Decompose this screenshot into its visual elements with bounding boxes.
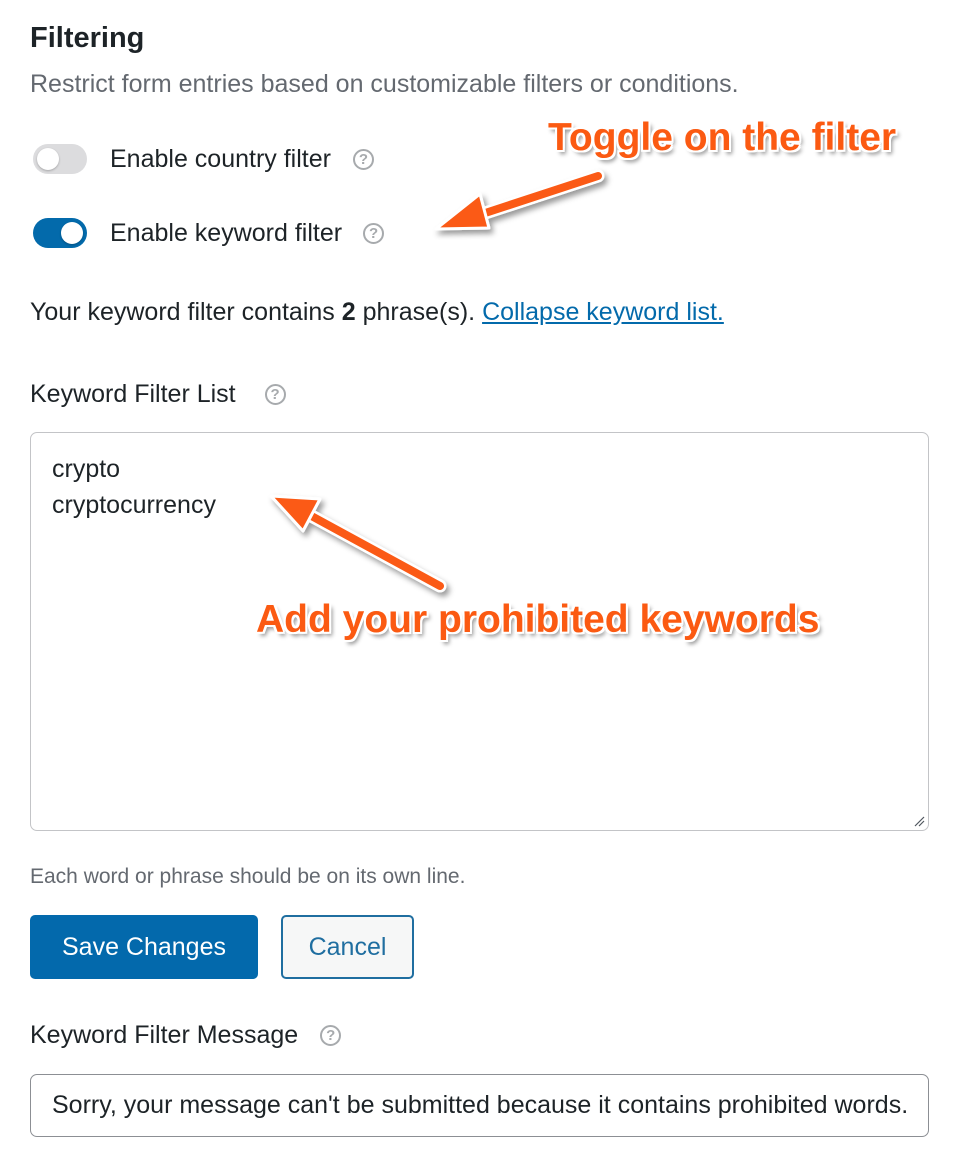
country-filter-row: Enable country filter ? <box>33 141 374 177</box>
message-value: Sorry, your message can't be submitted b… <box>52 1091 909 1119</box>
resize-handle-icon[interactable] <box>913 815 925 827</box>
keyword-filter-message-input[interactable]: Sorry, your message can't be submitted b… <box>30 1074 929 1137</box>
help-icon[interactable]: ? <box>264 384 286 405</box>
toggle-knob <box>61 222 83 244</box>
keyword-list-label: Keyword Filter List <box>30 380 236 408</box>
toggle-callout: Toggle on the filter <box>548 116 897 159</box>
message-label: Keyword Filter Message <box>30 1021 299 1049</box>
section-description: Restrict form entries based on customiza… <box>30 70 739 98</box>
arrow-to-toggle-icon <box>434 169 605 231</box>
summary-suffix: phrase(s). <box>355 298 483 326</box>
help-icon[interactable]: ? <box>363 222 385 244</box>
cancel-button[interactable]: Cancel <box>281 915 414 979</box>
country-filter-toggle[interactable] <box>33 144 87 174</box>
phrase-count: 2 <box>341 298 356 326</box>
section-title: Filtering <box>30 22 145 54</box>
keyword-summary: Your keyword filter contains 2 phrase(s)… <box>30 298 724 327</box>
summary-prefix: Your keyword filter contains <box>30 298 342 326</box>
country-filter-label: Enable country filter <box>110 144 331 173</box>
collapse-keyword-list-link[interactable]: Collapse keyword list. <box>482 298 724 326</box>
help-icon[interactable]: ? <box>352 148 374 170</box>
keyword-line: cryptocurrency <box>52 491 216 519</box>
keyword-filter-label: Enable keyword filter <box>110 218 343 247</box>
help-icon[interactable]: ? <box>320 1025 342 1046</box>
keyword-filter-toggle[interactable] <box>33 218 87 248</box>
toggle-knob <box>37 148 59 170</box>
keyword-list-hint: Each word or phrase should be on its own… <box>30 865 466 888</box>
save-changes-button[interactable]: Save Changes <box>30 915 258 979</box>
keyword-list-label-row: Keyword Filter List ? <box>30 380 286 409</box>
keyword-line: crypto <box>52 455 121 483</box>
keyword-filter-row: Enable keyword filter ? <box>33 215 385 251</box>
keywords-callout: Add your prohibited keywords <box>256 598 820 641</box>
message-label-row: Keyword Filter Message ? <box>30 1021 342 1050</box>
